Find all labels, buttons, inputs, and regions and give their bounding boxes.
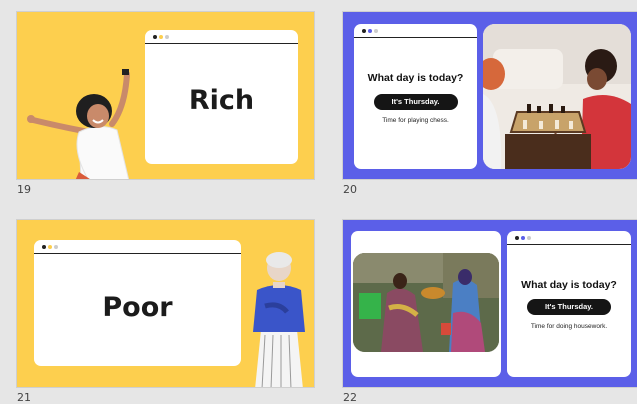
slide-thumbnail-22[interactable]: What day is today? It's Thursday. Time f… [342,219,637,388]
children-chess-photo [483,24,631,169]
dancing-woman-illustration [27,69,130,179]
caption-text: Time for doing housework. [530,323,608,330]
photo-card [351,231,501,377]
slide-thumbnail-21[interactable]: Poor [16,219,315,388]
answer-pill: It's Thursday. [527,299,611,315]
question-text: What day is today? [521,279,617,291]
slide-number-21: 21 [17,391,31,404]
slide-number-22: 22 [343,391,357,404]
market-women-photo [353,253,499,352]
browser-window-card: What day is today? It's Thursday. Time f… [507,231,631,377]
window-dots [362,29,378,33]
elderly-woman-illustration [253,252,305,387]
answer-pill: It's Thursday. [373,94,458,110]
caption-text: Time for playing chess. [382,117,449,124]
slide-number-20: 20 [343,183,357,196]
slide-thumbnail-19[interactable]: Rich [16,11,315,180]
browser-window-card: What day is today? It's Thursday. Time f… [354,24,477,169]
question-text: What day is today? [367,72,464,84]
window-dots [515,236,531,240]
slide-number-19: 19 [17,183,31,196]
slide-thumbnail-20[interactable]: What day is today? It's Thursday. Time f… [342,11,637,180]
